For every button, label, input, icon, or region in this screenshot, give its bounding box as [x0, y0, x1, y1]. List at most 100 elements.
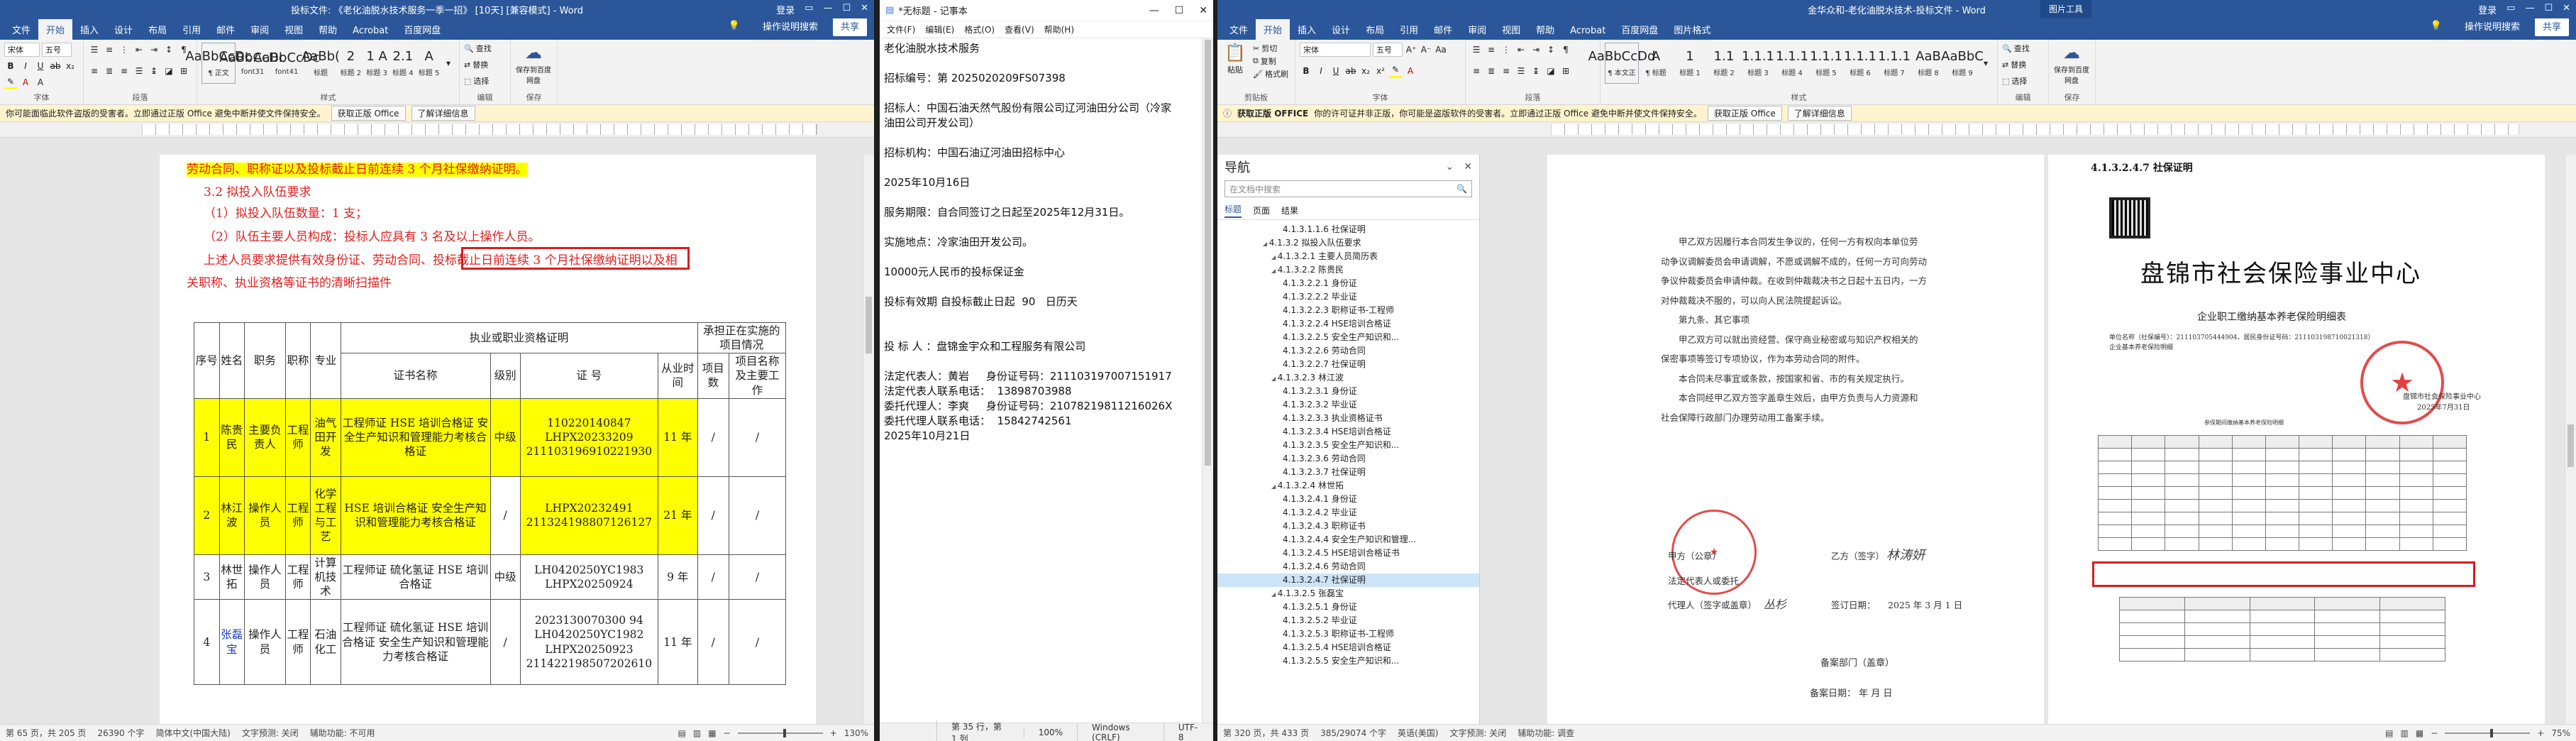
borders-icon[interactable]: ⊞: [177, 64, 190, 78]
w3-vertical-scrollbar[interactable]: [2565, 155, 2576, 724]
notepad-text-area[interactable]: 老化油脱水技术服务 招标编号：第 2025020209FS07398 招标人：中国石…: [880, 38, 1202, 723]
ribbon-tab[interactable]: 插入: [1290, 19, 1324, 40]
multilevel-icon[interactable]: ⋮: [118, 43, 131, 57]
ribbon-tab[interactable]: 审阅: [243, 19, 277, 40]
nav-heading-item[interactable]: 4.1.3.2.3.6 劳动合同: [1217, 452, 1479, 466]
nav-heading-item[interactable]: ◢ 4.1.3.2.4 林世拓: [1217, 479, 1479, 493]
text-highlight-icon[interactable]: ✎: [4, 75, 17, 89]
nav-heading-item[interactable]: 4.1.3.2.4.5 HSE培训合格证书: [1217, 547, 1479, 560]
align-left-icon[interactable]: ≡: [1470, 64, 1483, 78]
style-gallery-item[interactable]: 1.1 标题 2: [1707, 43, 1741, 84]
underline-icon[interactable]: U: [34, 59, 47, 73]
notepad-menu-item[interactable]: 查看(V): [1005, 23, 1034, 35]
styles-more-icon[interactable]: ▾: [442, 56, 455, 70]
minimize-icon[interactable]: —: [1149, 5, 1159, 16]
nav-heading-item[interactable]: 4.1.3.2.5.2 毕业证: [1217, 614, 1479, 627]
ribbon-tab[interactable]: 设计: [106, 19, 140, 40]
ribbon-tab[interactable]: 开始: [38, 19, 73, 40]
style-gallery-item[interactable]: A ¶ 标题: [1639, 43, 1673, 84]
shading-icon[interactable]: ◪: [1544, 64, 1557, 78]
nav-heading-item[interactable]: 4.1.3.2.3.3 执业资格证书: [1217, 412, 1479, 425]
bullets-icon[interactable]: ☰: [88, 43, 101, 57]
nav-heading-item[interactable]: 4.1.3.2.3.2 毕业证: [1217, 398, 1479, 412]
focus-icon[interactable]: ▤: [2385, 728, 2393, 738]
grow-font-icon[interactable]: A⁺: [1405, 43, 1417, 57]
nav-heading-item[interactable]: 4.1.3.2.2.5 安全生产知识和...: [1217, 331, 1479, 344]
chevron-icon[interactable]: ◢: [1271, 375, 1278, 382]
bullets-icon[interactable]: ☰: [1470, 43, 1483, 57]
read-mode-icon[interactable]: ▥: [693, 728, 701, 738]
style-gallery-item[interactable]: 1.1.1 标题 7: [1877, 43, 1911, 84]
ribbon-tab[interactable]: 引用: [1392, 19, 1426, 40]
ribbon-display-icon[interactable]: ▭: [2506, 3, 2515, 16]
ribbon-tab[interactable]: 邮件: [209, 19, 243, 40]
ribbon-tab[interactable]: 文件: [4, 19, 38, 40]
zoom-level[interactable]: 130%: [844, 728, 868, 738]
status-words[interactable]: 26390 个字: [97, 727, 144, 739]
nav-heading-item[interactable]: 4.1.3.2.4.3 职称证书: [1217, 520, 1479, 533]
font-name-box[interactable]: 宋体: [4, 43, 40, 57]
print-layout-icon[interactable]: ▦: [2416, 728, 2423, 738]
subscript-icon[interactable]: x₂: [64, 59, 77, 73]
nav-heading-item[interactable]: 4.1.3.2.5.1 身份证: [1217, 600, 1479, 614]
align-left-icon[interactable]: ≡: [88, 64, 101, 78]
style-gallery-item[interactable]: 1.1.1 标题 3: [1741, 43, 1775, 84]
chevron-icon[interactable]: ◢: [1271, 268, 1278, 274]
print-layout-icon[interactable]: ▦: [708, 728, 716, 738]
nav-heading-item[interactable]: 4.1.3.2.2.6 劳动合同: [1217, 344, 1479, 358]
text-effects-icon[interactable]: A: [34, 75, 47, 89]
learn-more-button[interactable]: 了解详细信息: [1787, 106, 1852, 121]
nav-heading-item[interactable]: ◢ 4.1.3.2.3 林江波: [1217, 371, 1479, 385]
document-page-social-security[interactable]: 4.1.3.2.4.7 社保证明 盘锦市社会保险事业中心 企业职工缴纳基本养老保…: [2048, 155, 2545, 724]
nav-tab[interactable]: 页面: [1253, 204, 1270, 216]
document-area[interactable]: 甲乙双方因履行本合同发生争议的，任何一方有权向本单位劳 动争议调解委员会申请调解，…: [1481, 155, 2565, 724]
ribbon-tab[interactable]: Acrobat: [1562, 22, 1613, 40]
zoom-out-icon[interactable]: −: [2431, 728, 2438, 738]
zoom-in-icon[interactable]: +: [830, 728, 837, 738]
style-gallery-item[interactable]: 1.1.1 标题 4: [1775, 43, 1809, 84]
align-right-icon[interactable]: ≡: [118, 64, 131, 78]
status-language[interactable]: 简体中文(中国大陆): [155, 727, 230, 739]
styles-more-icon[interactable]: ▾: [1979, 56, 1992, 70]
ribbon-tab[interactable]: 布局: [140, 19, 175, 40]
italic-icon[interactable]: I: [19, 59, 32, 73]
tell-me-search[interactable]: 操作说明搜索: [2457, 16, 2528, 36]
nav-heading-item[interactable]: 4.1.3.2.5.4 HSE培训合格证: [1217, 641, 1479, 654]
cut-button[interactable]: ✂ 剪切: [1253, 43, 1288, 54]
nav-heading-item[interactable]: 4.1.3.2.3.4 HSE培训合格证: [1217, 425, 1479, 439]
learn-more-button[interactable]: 了解详细信息: [411, 106, 475, 121]
style-gallery-item[interactable]: AaB 标题 8: [1911, 43, 1945, 84]
notepad-scrollbar[interactable]: [1202, 38, 1213, 723]
nav-heading-item[interactable]: 4.1.3.2.3.7 社保证明: [1217, 466, 1479, 479]
nav-heading-item[interactable]: 4.1.3.2.4.1 身份证: [1217, 493, 1479, 506]
document-page[interactable]: 劳动合同、职称证以及投标截止日前连续 3 个月社保缴纳证明。 3.2 拟投入队伍要…: [160, 155, 816, 724]
nav-heading-item[interactable]: 4.1.3.2.4.7 社保证明: [1217, 573, 1479, 587]
font-color-icon[interactable]: A: [1404, 64, 1417, 78]
style-gallery-item[interactable]: 2 标题 2: [338, 43, 364, 84]
w1-vertical-scrollbar[interactable]: [863, 155, 874, 724]
style-gallery-item[interactable]: AaBb(标题: [302, 43, 340, 84]
ribbon-tab[interactable]: 引用: [175, 19, 209, 40]
ribbon-display-icon[interactable]: ▭: [805, 3, 813, 16]
nav-heading-item[interactable]: ◢ 4.1.3.2 拟投入队伍要求: [1217, 236, 1479, 250]
zoom-level[interactable]: 75%: [2551, 728, 2570, 738]
document-page-contract[interactable]: 甲乙双方因履行本合同发生争议的，任何一方有权向本单位劳 动争议调解委员会申请调解，…: [1547, 155, 2044, 724]
strikethrough-icon[interactable]: ab: [49, 59, 62, 73]
nav-heading-item[interactable]: 4.1.3.2.3.1 身份证: [1217, 385, 1479, 398]
ribbon-tab[interactable]: Acrobat: [345, 22, 396, 40]
ribbon-tab[interactable]: 帮助: [311, 19, 345, 40]
close-icon[interactable]: ✕: [1199, 5, 1207, 16]
save-to-baidu-button[interactable]: ☁ 保存到百度网盘: [2053, 43, 2090, 85]
ribbon-tab[interactable]: 邮件: [1426, 19, 1460, 40]
nav-heading-item[interactable]: 4.1.3.2.2.4 HSE培训合格证: [1217, 317, 1479, 331]
zoom-out-icon[interactable]: −: [724, 728, 731, 738]
ribbon-tab[interactable]: 百度网盘: [396, 19, 448, 40]
maximize-icon[interactable]: ☐: [842, 3, 851, 16]
style-gallery-item[interactable]: 1 标题 1: [1673, 43, 1707, 84]
format-painter-button[interactable]: 🖌 格式刷: [1253, 68, 1288, 79]
nav-heading-item[interactable]: 4.1.3.2.4.6 劳动合同: [1217, 560, 1479, 573]
chevron-icon[interactable]: ◢: [1263, 241, 1269, 247]
status-page[interactable]: 第 320 页，共 433 页: [1223, 727, 1309, 739]
nav-search-input[interactable]: 在文档中搜索 🔍: [1225, 180, 1472, 197]
increase-indent-icon[interactable]: ⇥: [148, 43, 160, 57]
